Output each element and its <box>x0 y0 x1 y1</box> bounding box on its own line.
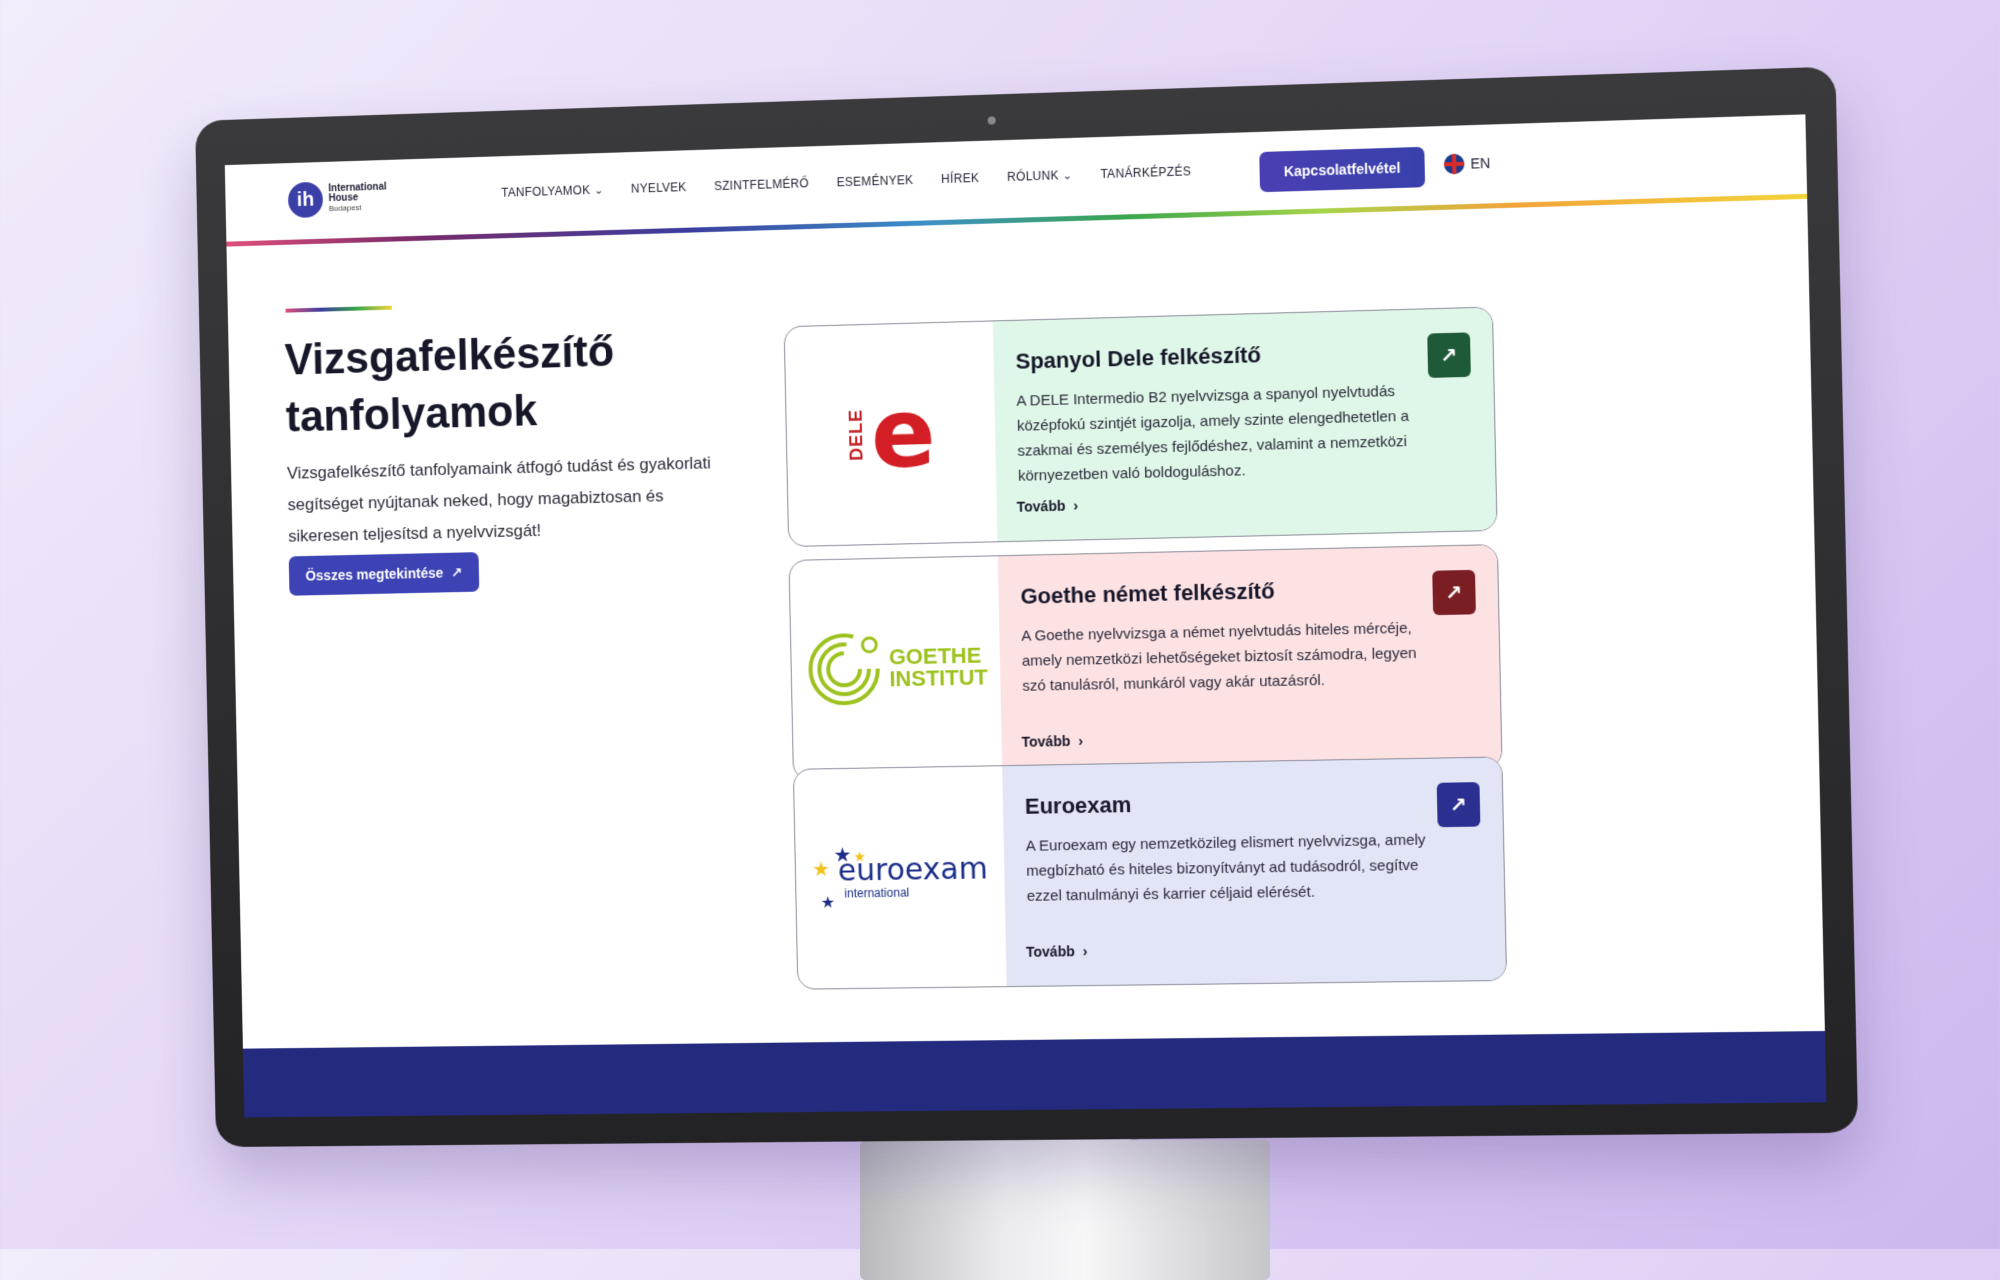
nav-label: TANFOLYAMOK <box>501 183 591 200</box>
course-card-goethe[interactable]: GOETHE INSTITUT Goethe német felkészítő … <box>788 544 1503 781</box>
card-title: Goethe német felkészítő <box>1020 578 1275 609</box>
logo-line-3: Budapest <box>328 203 362 213</box>
nav-label: NYELVEK <box>630 180 687 196</box>
main-nav: TANFOLYAMOK ⌄ NYELVEK SZINTFELMÉRŐ ESEMÉ… <box>501 164 1191 200</box>
screen: ih International House Budapest TANFOLYA… <box>224 114 1827 1118</box>
chevron-down-icon: ⌄ <box>1062 169 1073 182</box>
uk-flag-icon <box>1443 153 1465 175</box>
chevron-down-icon: ⌄ <box>594 184 604 197</box>
view-all-button[interactable]: Összes megtekintése ↗ <box>288 552 480 596</box>
dele-logo-text: DELE <box>845 408 867 462</box>
euroexam-logo-sub: international <box>844 885 910 901</box>
card-arrow-button[interactable]: ↗ <box>1432 569 1476 616</box>
card-arrow-button[interactable]: ↗ <box>1427 332 1471 378</box>
card-more-link[interactable]: Tovább › <box>1017 497 1079 514</box>
nav-item-szintfelmero[interactable]: SZINTFELMÉRŐ <box>714 176 809 193</box>
star-icon: ★ <box>812 858 831 882</box>
nav-item-esemenyek[interactable]: ESEMÉNYEK <box>837 173 914 189</box>
nav-item-tanfolyamok[interactable]: TANFOLYAMOK ⌄ <box>501 183 604 200</box>
card-title: Euroexam <box>1024 792 1132 819</box>
monitor-frame: ih International House Budapest TANFOLYA… <box>195 66 1859 1148</box>
logo-text: International House Budapest <box>328 182 387 214</box>
page-title: Vizsgafelkészítő tanfolyamok <box>284 327 615 442</box>
card-description: A Goethe nyelvvizsga a német nyelvtudás … <box>1021 619 1417 695</box>
chevron-right-icon: › <box>1073 497 1079 514</box>
arrow-up-right-icon: ↗ <box>1449 793 1468 817</box>
star-icon: ★ <box>833 844 852 867</box>
nav-item-tanarkepzes[interactable]: TANÁRKÉPZÉS <box>1100 164 1191 181</box>
arrow-up-right-icon: ↗ <box>1440 344 1458 368</box>
course-card-euroexam[interactable]: ★ ★ ★ ★ euroexam international Euroexam … <box>792 756 1508 990</box>
euroexam-logo: ★ ★ ★ ★ euroexam international <box>794 766 1007 989</box>
site-logo[interactable]: ih International House Budapest <box>287 180 387 219</box>
goethe-logo: GOETHE INSTITUT <box>789 556 1002 780</box>
dele-logo-letter: e <box>869 376 937 491</box>
card-body: Euroexam A Euroexam egy nemzetközileg el… <box>1002 757 1507 987</box>
nav-label: SZINTFELMÉRŐ <box>713 176 810 194</box>
arrow-up-right-icon: ↗ <box>450 563 463 580</box>
chevron-right-icon: › <box>1082 943 1088 960</box>
goethe-logo-text: GOETHE INSTITUT <box>889 643 989 692</box>
nav-item-rolunk[interactable]: RÓLUNK ⌄ <box>1007 168 1073 184</box>
footer-band <box>242 1031 1827 1118</box>
camera-dot <box>987 116 996 125</box>
chevron-right-icon: › <box>1078 732 1084 749</box>
site-header: ih International House Budapest TANFOLYA… <box>225 114 1808 247</box>
dele-logo: DELE e <box>785 321 998 546</box>
star-icon: ★ <box>820 894 836 912</box>
nav-label: TANÁRKÉPZÉS <box>1100 164 1192 182</box>
star-icon: ★ <box>853 848 867 865</box>
arrow-up-right-icon: ↗ <box>1445 581 1463 605</box>
goethe-logo-line2: INSTITUT <box>889 664 989 692</box>
card-title: Spanyol Dele felkészítő <box>1015 342 1262 374</box>
goethe-spiral-icon <box>803 629 884 710</box>
card-arrow-button[interactable]: ↗ <box>1436 782 1481 828</box>
language-switcher[interactable]: EN <box>1443 153 1491 175</box>
nav-item-nyelvek[interactable]: NYELVEK <box>631 180 687 196</box>
contact-button[interactable]: Kapcsolatfelvétel <box>1259 146 1426 193</box>
card-more-link[interactable]: Tovább › <box>1021 733 1083 750</box>
card-description: A Euroexam egy nemzetközileg elismert ny… <box>1025 831 1426 905</box>
logo-badge: ih <box>287 181 324 219</box>
card-body: Spanyol Dele felkészítő A DELE Intermedi… <box>992 307 1497 542</box>
rainbow-divider <box>226 193 1808 247</box>
monitor-stand <box>860 1140 1270 1280</box>
card-description: A DELE Intermedio B2 nyelvvizsga a spany… <box>1016 382 1410 485</box>
page-description: Vizsgafelkészítő tanfolyamaink átfogó tu… <box>286 453 712 546</box>
card-more-label: Tovább <box>1016 497 1066 515</box>
nav-label: HÍREK <box>941 170 980 187</box>
nav-label: ESEMÉNYEK <box>836 172 914 190</box>
title-accent-line <box>285 305 392 313</box>
language-label: EN <box>1470 154 1491 172</box>
nav-item-hirek[interactable]: HÍREK <box>941 171 979 186</box>
card-more-label: Tovább <box>1025 943 1075 960</box>
view-all-label: Összes megtekintése <box>305 564 444 584</box>
card-more-link[interactable]: Tovább › <box>1026 943 1088 960</box>
nav-label: RÓLUNK <box>1006 168 1059 185</box>
course-card-dele[interactable]: DELE e Spanyol Dele felkészítő A DELE In… <box>783 306 1498 548</box>
card-more-label: Tovább <box>1021 732 1071 750</box>
card-body: Goethe német felkészítő A Goethe nyelvvi… <box>997 545 1502 777</box>
